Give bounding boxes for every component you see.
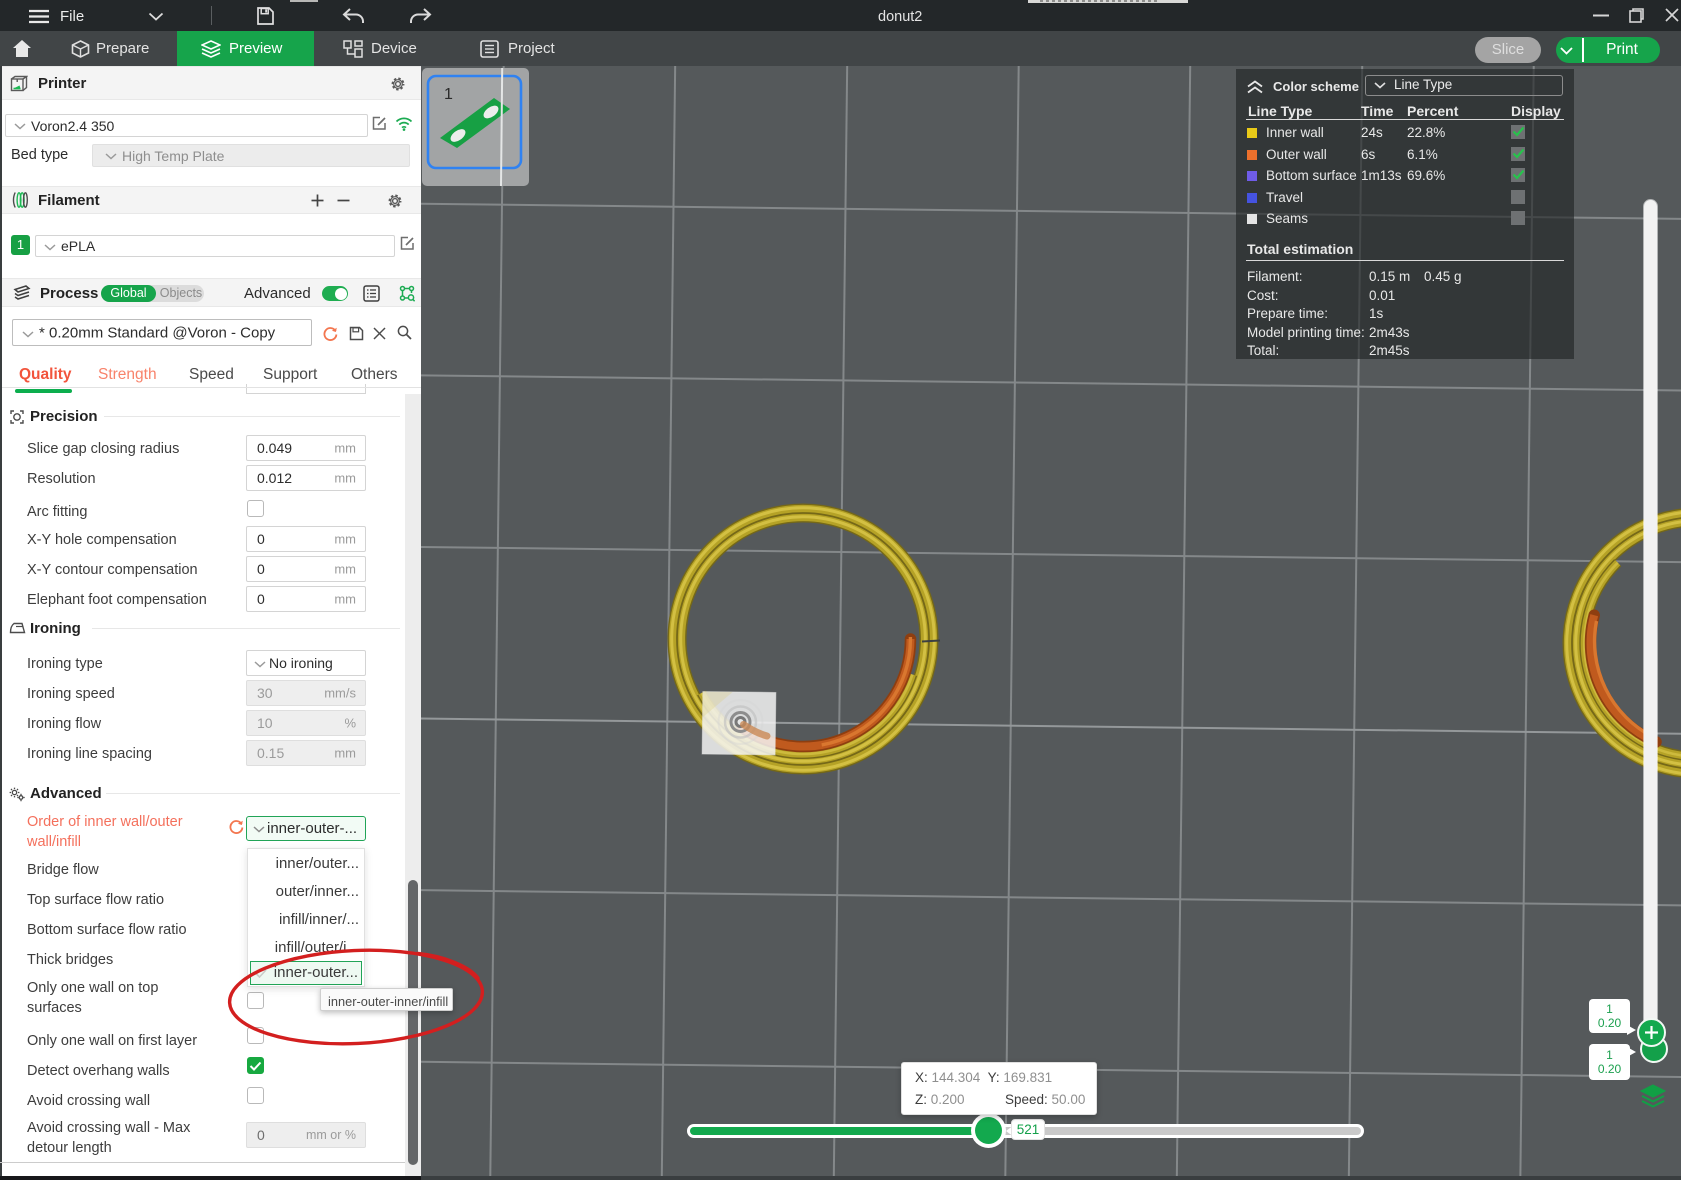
svg-text:1: 1 xyxy=(444,86,453,103)
